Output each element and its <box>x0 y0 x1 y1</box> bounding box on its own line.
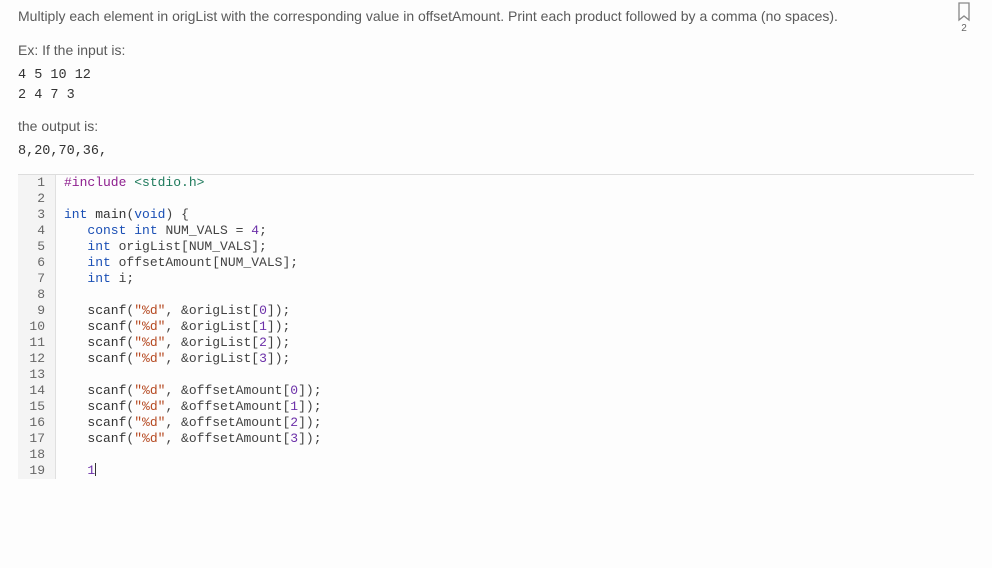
line-number: 1 <box>18 175 56 191</box>
code-line[interactable]: 10 scanf("%d", &origList[1]); <box>18 319 974 335</box>
code-line[interactable]: 8 <box>18 287 974 303</box>
line-number: 5 <box>18 239 56 255</box>
line-number: 2 <box>18 191 56 207</box>
code-content[interactable]: scanf("%d", &origList[0]); <box>56 303 290 319</box>
code-line[interactable]: 6 int offsetAmount[NUM_VALS]; <box>18 255 974 271</box>
code-content[interactable]: int offsetAmount[NUM_VALS]; <box>56 255 298 271</box>
code-line[interactable]: 4 const int NUM_VALS = 4; <box>18 223 974 239</box>
code-content[interactable] <box>56 447 64 463</box>
code-content[interactable] <box>56 367 64 383</box>
bookmark-icon <box>956 2 972 22</box>
code-content[interactable]: scanf("%d", &origList[3]); <box>56 351 290 367</box>
bookmark-count: 2 <box>961 23 967 34</box>
code-line[interactable]: 13 <box>18 367 974 383</box>
code-line[interactable]: 11 scanf("%d", &origList[2]); <box>18 335 974 351</box>
line-number: 13 <box>18 367 56 383</box>
example-input-label: Ex: If the input is: <box>18 42 974 58</box>
line-number: 3 <box>18 207 56 223</box>
code-content[interactable]: scanf("%d", &offsetAmount[1]); <box>56 399 322 415</box>
text-cursor <box>95 463 96 476</box>
code-line[interactable]: 16 scanf("%d", &offsetAmount[2]); <box>18 415 974 431</box>
line-number: 10 <box>18 319 56 335</box>
code-content[interactable]: scanf("%d", &offsetAmount[0]); <box>56 383 322 399</box>
code-line[interactable]: 15 scanf("%d", &offsetAmount[1]); <box>18 399 974 415</box>
line-number: 7 <box>18 271 56 287</box>
example-input: 4 5 10 12 2 4 7 3 <box>18 66 974 107</box>
code-line[interactable]: 18 <box>18 447 974 463</box>
code-line[interactable]: 19 1 <box>18 463 974 479</box>
code-line[interactable]: 2 <box>18 191 974 207</box>
line-number: 17 <box>18 431 56 447</box>
code-line[interactable]: 5 int origList[NUM_VALS]; <box>18 239 974 255</box>
line-number: 19 <box>18 463 56 479</box>
code-content[interactable]: int origList[NUM_VALS]; <box>56 239 267 255</box>
code-line[interactable]: 9 scanf("%d", &origList[0]); <box>18 303 974 319</box>
code-content[interactable]: #include <stdio.h> <box>56 175 204 191</box>
code-content[interactable]: scanf("%d", &origList[2]); <box>56 335 290 351</box>
line-number: 11 <box>18 335 56 351</box>
code-content[interactable] <box>56 191 64 207</box>
code-content[interactable]: scanf("%d", &origList[1]); <box>56 319 290 335</box>
code-content[interactable]: scanf("%d", &offsetAmount[2]); <box>56 415 322 431</box>
problem-description: Multiply each element in origList with t… <box>18 6 898 28</box>
line-number: 15 <box>18 399 56 415</box>
code-content[interactable]: int i; <box>56 271 134 287</box>
example-output: 8,20,70,36, <box>18 142 974 162</box>
code-content[interactable]: scanf("%d", &offsetAmount[3]); <box>56 431 322 447</box>
code-line[interactable]: 7 int i; <box>18 271 974 287</box>
line-number: 14 <box>18 383 56 399</box>
code-content[interactable]: 1 <box>56 463 96 479</box>
code-line[interactable]: 12 scanf("%d", &origList[3]); <box>18 351 974 367</box>
line-number: 16 <box>18 415 56 431</box>
example-output-label: the output is: <box>18 118 974 134</box>
code-line[interactable]: 17 scanf("%d", &offsetAmount[3]); <box>18 431 974 447</box>
code-editor[interactable]: 1#include <stdio.h>23int main(void) {4 c… <box>18 174 974 479</box>
line-number: 18 <box>18 447 56 463</box>
code-line[interactable]: 14 scanf("%d", &offsetAmount[0]); <box>18 383 974 399</box>
code-line[interactable]: 3int main(void) { <box>18 207 974 223</box>
code-line[interactable]: 1#include <stdio.h> <box>18 175 974 191</box>
code-content[interactable]: int main(void) { <box>56 207 189 223</box>
code-content[interactable]: const int NUM_VALS = 4; <box>56 223 267 239</box>
code-content[interactable] <box>56 287 64 303</box>
line-number: 9 <box>18 303 56 319</box>
line-number: 8 <box>18 287 56 303</box>
bookmark-widget[interactable]: 2 <box>956 2 972 34</box>
line-number: 4 <box>18 223 56 239</box>
line-number: 6 <box>18 255 56 271</box>
line-number: 12 <box>18 351 56 367</box>
